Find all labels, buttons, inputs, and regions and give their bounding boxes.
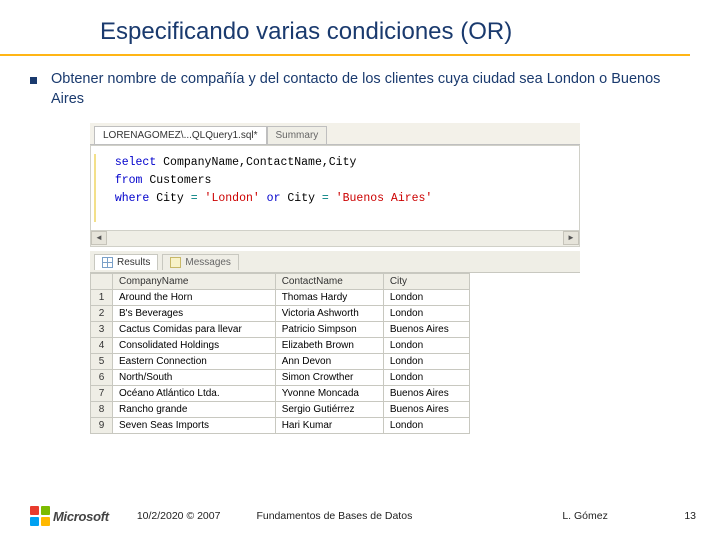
table-row[interactable]: 4Consolidated HoldingsElizabeth BrownLon… <box>91 338 470 354</box>
row-header[interactable]: 1 <box>91 290 113 306</box>
cell[interactable]: Eastern Connection <box>113 354 276 370</box>
row-header[interactable]: 7 <box>91 386 113 402</box>
table-row[interactable]: 1Around the HornThomas HardyLondon <box>91 290 470 306</box>
footer-course: Fundamentos de Bases de Datos <box>256 510 412 522</box>
footer-author: L. Gómez <box>562 510 608 522</box>
cell[interactable]: Victoria Ashworth <box>275 306 383 322</box>
cell[interactable]: Cactus Comidas para llevar <box>113 322 276 338</box>
cell[interactable]: B's Beverages <box>113 306 276 322</box>
cell[interactable]: Simon Crowther <box>275 370 383 386</box>
table-row[interactable]: 2B's BeveragesVictoria AshworthLondon <box>91 306 470 322</box>
brand-text: Microsoft <box>53 509 109 524</box>
cell[interactable]: London <box>383 306 469 322</box>
bullet-item: Obtener nombre de compañía y del contact… <box>30 70 680 109</box>
tab-query-file[interactable]: LORENAGOMEZ\...QLQuery1.sql* <box>94 126 267 144</box>
cell[interactable]: Consolidated Holdings <box>113 338 276 354</box>
cell[interactable]: London <box>383 418 469 434</box>
tab-messages-label: Messages <box>185 257 231 268</box>
cell[interactable]: Around the Horn <box>113 290 276 306</box>
cell[interactable]: Buenos Aires <box>383 402 469 418</box>
cell[interactable]: Hari Kumar <box>275 418 383 434</box>
scroll-right-icon[interactable]: ► <box>563 231 579 245</box>
cell[interactable]: Sergio Gutiérrez <box>275 402 383 418</box>
gutter-highlight <box>94 154 96 222</box>
bullet-marker <box>30 77 37 84</box>
row-header[interactable]: 9 <box>91 418 113 434</box>
cell[interactable]: Buenos Aires <box>383 322 469 338</box>
row-header[interactable]: 5 <box>91 354 113 370</box>
screenshot-region: LORENAGOMEZ\...QLQuery1.sql* Summary sel… <box>90 123 580 434</box>
bullet-text: Obtener nombre de compañía y del contact… <box>51 70 680 109</box>
table-row[interactable]: 6North/SouthSimon CrowtherLondon <box>91 370 470 386</box>
grid-header-row: CompanyName ContactName City <box>91 274 470 290</box>
windows-flag-icon <box>30 506 50 526</box>
cell[interactable]: Yvonne Moncada <box>275 386 383 402</box>
table-row[interactable]: 3Cactus Comidas para llevarPatricio Simp… <box>91 322 470 338</box>
tab-results-label: Results <box>117 257 150 268</box>
cell[interactable]: Seven Seas Imports <box>113 418 276 434</box>
row-header[interactable]: 6 <box>91 370 113 386</box>
editor-tabbar: LORENAGOMEZ\...QLQuery1.sql* Summary <box>90 123 580 145</box>
cell[interactable]: London <box>383 338 469 354</box>
cell[interactable]: Rancho grande <box>113 402 276 418</box>
col-contactname[interactable]: ContactName <box>275 274 383 290</box>
table-row[interactable]: 8Rancho grandeSergio GutiérrezBuenos Air… <box>91 402 470 418</box>
col-companyname[interactable]: CompanyName <box>113 274 276 290</box>
sql-editor[interactable]: select CompanyName,ContactName,City from… <box>90 145 580 231</box>
sql-line-2: from Customers <box>101 172 573 190</box>
cell[interactable]: Ann Devon <box>275 354 383 370</box>
grid-icon <box>102 257 113 268</box>
table-row[interactable]: 7Océano Atlántico Ltda.Yvonne MoncadaBue… <box>91 386 470 402</box>
cell[interactable]: Océano Atlántico Ltda. <box>113 386 276 402</box>
row-header[interactable]: 3 <box>91 322 113 338</box>
cell[interactable]: Elizabeth Brown <box>275 338 383 354</box>
cell[interactable]: Buenos Aires <box>383 386 469 402</box>
row-header[interactable]: 4 <box>91 338 113 354</box>
results-grid[interactable]: CompanyName ContactName City 1Around the… <box>90 273 470 434</box>
tab-messages[interactable]: Messages <box>162 254 239 270</box>
table-row[interactable]: 5Eastern ConnectionAnn DevonLondon <box>91 354 470 370</box>
messages-icon <box>170 257 181 268</box>
footer-page: 13 <box>684 510 696 522</box>
slide-footer: Microsoft 10/2/2020 © 2007 Fundamentos d… <box>0 506 720 526</box>
col-city[interactable]: City <box>383 274 469 290</box>
scroll-left-icon[interactable]: ◄ <box>91 231 107 245</box>
slide-title: Especificando varias condiciones (OR) <box>0 0 690 56</box>
tab-results[interactable]: Results <box>94 254 158 270</box>
results-tabbar: Results Messages <box>90 251 580 273</box>
tab-summary[interactable]: Summary <box>267 126 328 144</box>
grid-corner <box>91 274 113 290</box>
cell[interactable]: London <box>383 370 469 386</box>
sql-line-1: select CompanyName,ContactName,City <box>101 154 573 172</box>
cell[interactable]: London <box>383 290 469 306</box>
editor-scrollbar[interactable]: ◄ ► <box>90 231 580 247</box>
row-header[interactable]: 2 <box>91 306 113 322</box>
row-header[interactable]: 8 <box>91 402 113 418</box>
sql-line-3: where City = 'London' or City = 'Buenos … <box>101 190 573 208</box>
cell[interactable]: Patricio Simpson <box>275 322 383 338</box>
microsoft-logo: Microsoft <box>30 506 109 526</box>
cell[interactable]: Thomas Hardy <box>275 290 383 306</box>
table-row[interactable]: 9Seven Seas ImportsHari KumarLondon <box>91 418 470 434</box>
cell[interactable]: London <box>383 354 469 370</box>
cell[interactable]: North/South <box>113 370 276 386</box>
footer-date: 10/2/2020 © 2007 <box>137 510 221 522</box>
